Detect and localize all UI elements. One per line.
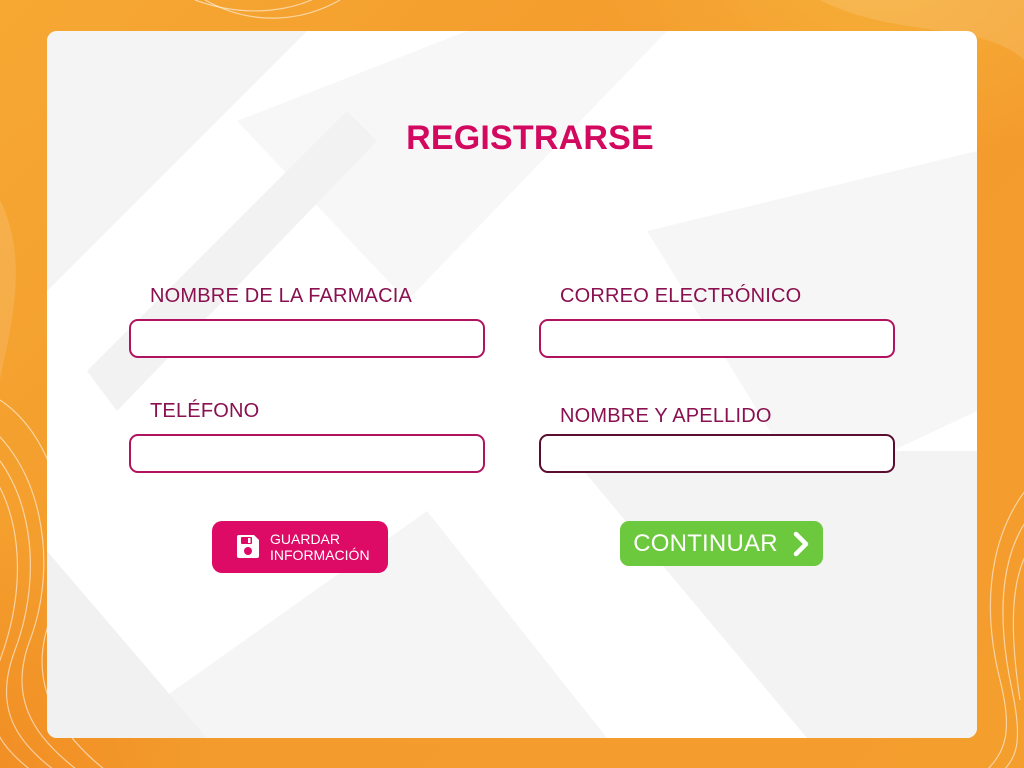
save-button-label-line1: GUARDAR xyxy=(270,531,341,547)
save-button-label-line2: INFORMACIÓN xyxy=(270,547,370,563)
phone-input[interactable] xyxy=(129,434,485,473)
email-input[interactable] xyxy=(539,319,895,358)
pharmacy-name-label: NOMBRE DE LA FARMACIA xyxy=(150,285,413,307)
email-label: CORREO ELECTRÓNICO xyxy=(560,285,802,307)
floppy-disk-icon xyxy=(237,535,259,558)
full-name-input[interactable] xyxy=(539,434,895,473)
full-name-label: NOMBRE Y APELLIDO xyxy=(560,405,772,427)
continue-button-label: CONTINUAR xyxy=(633,529,778,557)
save-information-button[interactable]: GUARDAR INFORMACIÓN xyxy=(212,521,388,573)
continue-button[interactable]: CONTINUAR xyxy=(620,521,823,566)
chevron-right-icon xyxy=(793,531,808,556)
pharmacy-name-input[interactable] xyxy=(129,319,485,358)
registration-card: REGISTRARSE NOMBRE DE LA FARMACIA CORREO… xyxy=(47,31,977,738)
page-title: REGISTRARSE xyxy=(406,119,654,157)
phone-label: TELÉFONO xyxy=(150,400,260,422)
